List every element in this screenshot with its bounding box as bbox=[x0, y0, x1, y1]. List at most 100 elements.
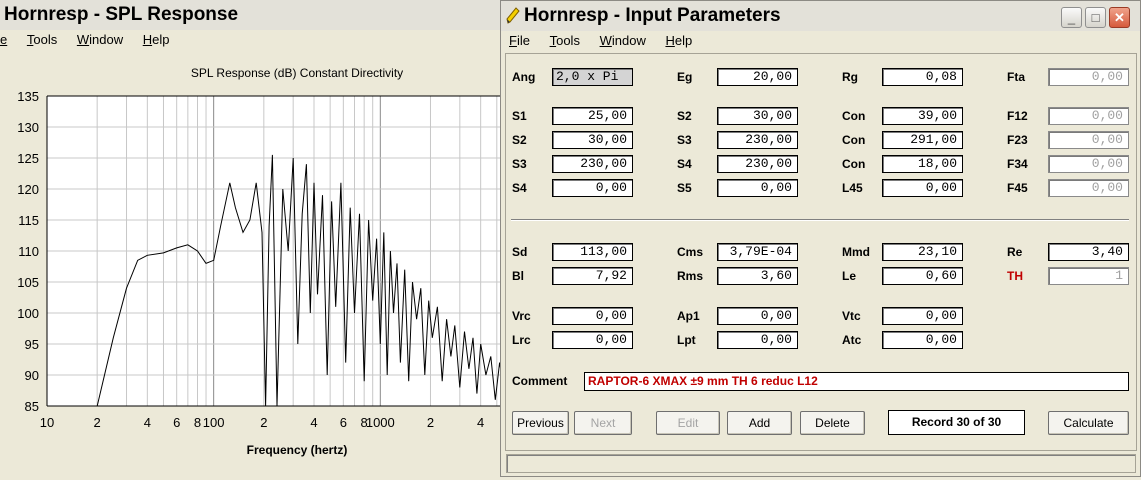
separator bbox=[511, 219, 1129, 221]
lrc-field[interactable]: 0,00 bbox=[552, 331, 633, 349]
add-button[interactable]: Add bbox=[727, 411, 792, 435]
vrc-field[interactable]: 0,00 bbox=[552, 307, 633, 325]
chart-title: SPL Response (dB) Constant Directivity bbox=[191, 66, 403, 80]
edit-button[interactable]: Edit bbox=[656, 411, 720, 435]
x-tick-label: 2 bbox=[260, 415, 267, 430]
close-icon: ✕ bbox=[1114, 10, 1125, 25]
th-field[interactable]: 1 bbox=[1048, 267, 1129, 285]
bl-label: Bl bbox=[512, 269, 524, 283]
close-button[interactable]: ✕ bbox=[1109, 7, 1130, 28]
maximize-button[interactable]: □ bbox=[1085, 7, 1106, 28]
comment-label: Comment bbox=[512, 374, 568, 388]
minimize-button[interactable]: _ bbox=[1061, 7, 1082, 28]
s4-label: S4 bbox=[512, 181, 527, 195]
ang-label: Ang bbox=[512, 70, 536, 84]
f34-label: F34 bbox=[1007, 157, 1028, 171]
spl-menu-window[interactable]: Window bbox=[77, 30, 123, 50]
th-label: TH bbox=[1007, 269, 1023, 283]
spl-menu-help[interactable]: Help bbox=[143, 30, 170, 50]
spl-menu-file[interactable]: e bbox=[0, 30, 7, 50]
re-field[interactable]: 3,40 bbox=[1048, 243, 1129, 261]
x-tick-label: 8 bbox=[194, 415, 201, 430]
s3b-label: S3 bbox=[677, 133, 692, 147]
cms-field[interactable]: 3,79E-04 bbox=[717, 243, 798, 261]
fta-field[interactable]: 0,00 bbox=[1048, 68, 1129, 86]
spl-menu-tools[interactable]: Tools bbox=[27, 30, 57, 50]
f34-field[interactable]: 0,00 bbox=[1048, 155, 1129, 173]
y-tick-label: 100 bbox=[17, 306, 39, 321]
pencil-icon bbox=[506, 7, 520, 24]
next-button[interactable]: Next bbox=[574, 411, 632, 435]
x-tick-label: 2 bbox=[427, 415, 434, 430]
comment-field[interactable]: RAPTOR-6 XMAX ±9 mm TH 6 reduc L12 bbox=[584, 372, 1129, 391]
le-field[interactable]: 0,60 bbox=[882, 267, 963, 285]
menu-file[interactable]: File bbox=[509, 31, 530, 51]
calculate-button[interactable]: Calculate bbox=[1048, 411, 1129, 435]
con2-field[interactable]: 291,00 bbox=[882, 131, 963, 149]
x-tick-label: 10 bbox=[40, 415, 54, 430]
menu-help[interactable]: Help bbox=[665, 31, 692, 51]
x-tick-label: 4 bbox=[144, 415, 151, 430]
spl-response-window: Hornresp - SPL Response e Tools Window H… bbox=[0, 0, 514, 477]
x-tick-label: 4 bbox=[310, 415, 317, 430]
con2-label: Con bbox=[842, 133, 866, 147]
con1-label: Con bbox=[842, 109, 866, 123]
delete-button[interactable]: Delete bbox=[800, 411, 865, 435]
bl-field[interactable]: 7,92 bbox=[552, 267, 633, 285]
spl-window-title[interactable]: Hornresp - SPL Response bbox=[0, 0, 500, 30]
s1-label: S1 bbox=[512, 109, 527, 123]
rms-field[interactable]: 3,60 bbox=[717, 267, 798, 285]
vtc-label: Vtc bbox=[842, 309, 861, 323]
s4b-field[interactable]: 230,00 bbox=[717, 155, 798, 173]
y-tick-label: 125 bbox=[17, 151, 39, 166]
mmd-field[interactable]: 23,10 bbox=[882, 243, 963, 261]
f12-field[interactable]: 0,00 bbox=[1048, 107, 1129, 125]
menu-tools[interactable]: Tools bbox=[550, 31, 580, 51]
y-tick-label: 120 bbox=[17, 182, 39, 197]
s5-field[interactable]: 0,00 bbox=[717, 179, 798, 197]
lpt-field[interactable]: 0,00 bbox=[717, 331, 798, 349]
l45-label: L45 bbox=[842, 181, 863, 195]
sd-label: Sd bbox=[512, 245, 528, 259]
s2b-field[interactable]: 30,00 bbox=[717, 107, 798, 125]
menu-window[interactable]: Window bbox=[600, 31, 646, 51]
spl-chart: 85909510010511011512012513013510 2 4 6 8 100 2… bbox=[17, 66, 513, 457]
previous-button[interactable]: Previous bbox=[512, 411, 569, 435]
s3b-field[interactable]: 230,00 bbox=[717, 131, 798, 149]
eg-field[interactable]: 20,00 bbox=[717, 68, 798, 86]
spl-menubar: e Tools Window Help bbox=[0, 30, 500, 50]
le-label: Le bbox=[842, 269, 857, 283]
x-tick-label: 1000 bbox=[366, 415, 395, 430]
s4-field[interactable]: 0,00 bbox=[552, 179, 633, 197]
con3-field[interactable]: 18,00 bbox=[882, 155, 963, 173]
s5-label: S5 bbox=[677, 181, 692, 195]
fta-label: Fta bbox=[1007, 70, 1025, 84]
f45-field[interactable]: 0,00 bbox=[1048, 179, 1129, 197]
rg-field[interactable]: 0,08 bbox=[882, 68, 963, 86]
s1-field[interactable]: 25,00 bbox=[552, 107, 633, 125]
input-parameters-window: Hornresp - Input Parameters _ □ ✕ File T… bbox=[500, 0, 1141, 477]
atc-field[interactable]: 0,00 bbox=[882, 331, 963, 349]
re-label: Re bbox=[1007, 245, 1023, 259]
s3-field[interactable]: 230,00 bbox=[552, 155, 633, 173]
l45-field[interactable]: 0,00 bbox=[882, 179, 963, 197]
vtc-field[interactable]: 0,00 bbox=[882, 307, 963, 325]
parameters-panel: Ang 2,0 x Pi Eg 20,00 Rg 0,08 Fta 0,00 S… bbox=[505, 53, 1137, 451]
y-tick-label: 115 bbox=[18, 213, 39, 228]
con1-field[interactable]: 39,00 bbox=[882, 107, 963, 125]
x-tick-label: 6 bbox=[173, 415, 180, 430]
s2b-label: S2 bbox=[677, 109, 692, 123]
f45-label: F45 bbox=[1007, 181, 1028, 195]
input-window-title[interactable]: Hornresp - Input Parameters bbox=[501, 1, 1140, 31]
f23-field[interactable]: 0,00 bbox=[1048, 131, 1129, 149]
y-tick-label: 105 bbox=[17, 275, 39, 290]
ap1-field[interactable]: 0,00 bbox=[717, 307, 798, 325]
spl-chart-area: 85 90 95 100 105 110 115 120 125 130 135 10 2 4 6 8 100 2… bbox=[0, 50, 514, 477]
s2-field[interactable]: 30,00 bbox=[552, 131, 633, 149]
x-tick-label: 2 bbox=[94, 415, 101, 430]
ang-field[interactable]: 2,0 x Pi bbox=[552, 68, 633, 86]
y-tick-label: 110 bbox=[18, 244, 39, 259]
sd-field[interactable]: 113,00 bbox=[552, 243, 633, 261]
status-bar bbox=[506, 454, 1136, 473]
s3-label: S3 bbox=[512, 157, 527, 171]
